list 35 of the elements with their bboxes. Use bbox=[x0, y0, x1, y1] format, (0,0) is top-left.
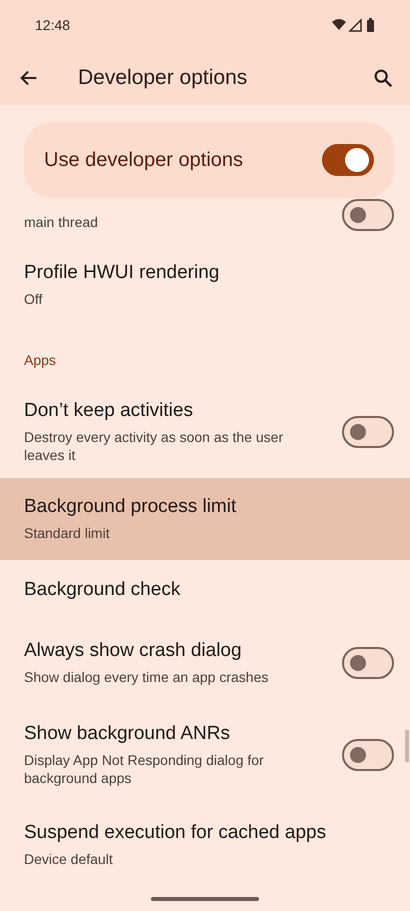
settings-row[interactable]: Show background ANRs Display App Not Responding dialog for background apps bbox=[0, 705, 410, 805]
toggle-switch[interactable] bbox=[342, 646, 394, 678]
navigation-handle[interactable] bbox=[151, 897, 259, 901]
setting-title: Always show crash dialog bbox=[24, 640, 243, 662]
toggle-switch[interactable] bbox=[342, 199, 394, 231]
setting-summary: Display App Not Responding dialog for background apps bbox=[24, 751, 265, 787]
setting-summary: Device default bbox=[24, 850, 114, 868]
setting-summary: Off bbox=[24, 290, 44, 308]
toggle-switch[interactable] bbox=[322, 144, 374, 176]
setting-summary: Show dialog every time an app crashes bbox=[24, 668, 270, 686]
setting-title: Background check bbox=[24, 579, 182, 601]
setting-title: Profile HWUI rendering bbox=[24, 262, 220, 284]
settings-row[interactable]: Profile HWUI rendering Off bbox=[0, 235, 410, 335]
setting-title: Don’t keep activities bbox=[24, 400, 194, 422]
section-header: Apps bbox=[24, 352, 56, 368]
setting-title: Suspend execution for cached apps bbox=[24, 822, 328, 844]
master-switch-card[interactable]: Use developer options bbox=[24, 122, 394, 198]
settings-row[interactable]: Background check bbox=[0, 560, 410, 620]
settings-row[interactable]: Always show crash dialog Show dialog every time an app crashes bbox=[0, 620, 410, 705]
setting-title: Show background ANRs bbox=[24, 723, 231, 745]
settings-row[interactable]: Don’t keep activities Destroy every activity as soon as the user leaves it bbox=[0, 385, 410, 478]
master-switch-label: Use developer options bbox=[44, 148, 244, 172]
toggle-switch[interactable] bbox=[342, 739, 394, 771]
toolbar-title: Developer options bbox=[78, 66, 248, 90]
setting-summary: Standard limit bbox=[24, 524, 111, 542]
search-icon[interactable] bbox=[372, 66, 394, 88]
setting-title: Background process limit bbox=[24, 496, 238, 518]
status-time: 12:48 bbox=[35, 17, 70, 33]
settings-row[interactable]: Background process limit Standard limit bbox=[0, 478, 410, 560]
settings-row[interactable]: Suspend execution for cached apps Device default bbox=[0, 805, 410, 885]
settings-row[interactable]: main thread bbox=[0, 199, 410, 235]
toggle-switch[interactable] bbox=[342, 416, 394, 448]
setting-summary: main thread bbox=[24, 213, 99, 231]
scrollbar-thumb bbox=[405, 730, 409, 762]
setting-summary: Destroy every activity as soon as the user leaves it bbox=[24, 428, 284, 464]
